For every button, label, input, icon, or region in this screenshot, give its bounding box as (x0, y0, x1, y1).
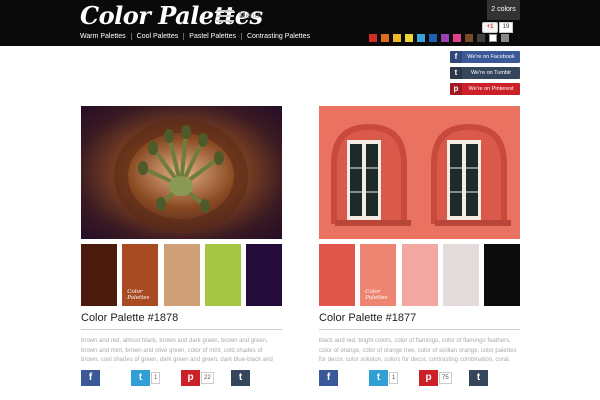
color-filter-swatch[interactable] (489, 34, 497, 42)
pinterest-share-button[interactable]: p 22 (181, 370, 214, 386)
twitter-share-button[interactable]: t 1 (131, 370, 161, 386)
tumblr-share-button[interactable]: t (231, 370, 250, 386)
category-nav: Warm Palettes Cool Palettes Pastel Palet… (80, 33, 320, 40)
twitter-share-button[interactable]: t 1 (369, 370, 399, 386)
facebook-share-button[interactable]: f (81, 370, 100, 386)
pinterest-icon: p (181, 370, 200, 386)
facebook-link-label: We're on Facebook (467, 54, 515, 60)
palette-card: Color Palettes Color Palette #1878 brown… (81, 106, 282, 386)
share-buttons: f t 1 p 22 t (81, 370, 282, 386)
palette-swatch[interactable] (484, 244, 520, 306)
color-filter-swatch[interactable] (417, 34, 425, 42)
pinterest-count: 75 (439, 372, 452, 384)
color-filter-swatch[interactable] (381, 34, 389, 42)
palette-title[interactable]: Color Palette #1877 (319, 312, 520, 330)
color-filter-swatches (369, 34, 509, 42)
palette-swatch[interactable] (319, 244, 355, 306)
tumblr-link[interactable]: t We're on Tumblr (450, 67, 520, 79)
tumblr-share-button[interactable]: t (469, 370, 488, 386)
palette-title[interactable]: Color Palette #1878 (81, 312, 282, 330)
palette-swatch[interactable]: Color Palettes (122, 244, 159, 306)
social-links: f We're on Facebook t We're on Tumblr p … (450, 51, 520, 99)
pinterest-count: 22 (201, 372, 214, 384)
tumblr-icon: t (469, 370, 488, 386)
facebook-link[interactable]: f We're on Facebook (450, 51, 520, 63)
color-filter-swatch[interactable] (453, 34, 461, 42)
color-filter-swatch[interactable] (501, 34, 509, 42)
color-filter-swatch[interactable] (477, 34, 485, 42)
palette-swatch[interactable] (442, 244, 479, 306)
pinterest-icon: p (419, 370, 438, 386)
facebook-icon: f (450, 51, 462, 63)
twitter-icon: t (369, 370, 388, 386)
palette-tags: brown and red, almost black, brown and d… (81, 338, 273, 363)
share-buttons: f t 1 p 75 t (319, 370, 520, 386)
pinterest-link-label: We're on Pinterest (468, 86, 514, 92)
tumblr-icon: t (450, 67, 462, 79)
palette-swatch[interactable] (401, 244, 438, 306)
twitter-count: 1 (151, 372, 161, 384)
pinterest-icon: p (450, 83, 462, 95)
google-plus-count: 19 (499, 22, 513, 33)
palette-photo-windows[interactable] (319, 106, 520, 239)
palette-swatch[interactable] (204, 244, 241, 306)
nav-pastel-palettes[interactable]: Pastel Palettes (189, 33, 242, 40)
tumblr-icon: t (231, 370, 250, 386)
pinterest-link[interactable]: p We're on Pinterest (450, 83, 520, 95)
site-logo[interactable]: Color Palettes (80, 1, 263, 30)
menu-label[interactable]: Menu (239, 11, 259, 20)
nav-contrasting-palettes[interactable]: Contrasting Palettes (247, 33, 315, 40)
colors-count-badge[interactable]: 2 colors (487, 0, 520, 20)
color-filter-swatch[interactable] (465, 34, 473, 42)
palette-swatch[interactable] (163, 244, 200, 306)
color-palette-strip: Color Palettes (81, 244, 282, 306)
facebook-icon: f (319, 370, 338, 386)
swatch-watermark: Color Palettes (127, 289, 150, 301)
nav-warm-palettes[interactable]: Warm Palettes (80, 33, 132, 40)
color-filter-swatch[interactable] (429, 34, 437, 42)
google-plus-button[interactable]: +1 (482, 22, 498, 33)
palette-card: Color Palettes Color Palette #1877 black… (319, 106, 520, 386)
color-filter-swatch[interactable] (369, 34, 377, 42)
pinterest-share-button[interactable]: p 75 (419, 370, 452, 386)
twitter-count: 1 (389, 372, 399, 384)
palette-photo-asparagus[interactable] (81, 106, 282, 239)
tumblr-link-label: We're on Tumblr (470, 70, 512, 76)
nav-cool-palettes[interactable]: Cool Palettes (137, 33, 185, 40)
facebook-icon: f (81, 370, 100, 386)
swatch-watermark: Color Palettes (365, 289, 388, 301)
hamburger-menu-icon[interactable] (216, 10, 234, 23)
color-filter-swatch[interactable] (441, 34, 449, 42)
twitter-icon: t (131, 370, 150, 386)
top-bar: Color Palettes Menu 2 colors +1 19 Warm … (0, 0, 600, 46)
palette-swatch[interactable] (81, 244, 117, 306)
color-filter-swatch[interactable] (393, 34, 401, 42)
facebook-share-button[interactable]: f (319, 370, 338, 386)
palette-swatch[interactable] (246, 244, 282, 306)
color-filter-swatch[interactable] (405, 34, 413, 42)
palette-swatch[interactable]: Color Palettes (360, 244, 397, 306)
google-plus-widget: +1 19 (482, 22, 513, 33)
color-palette-strip: Color Palettes (319, 244, 520, 306)
palette-tags: black and red, bright colors, color of f… (319, 338, 517, 363)
